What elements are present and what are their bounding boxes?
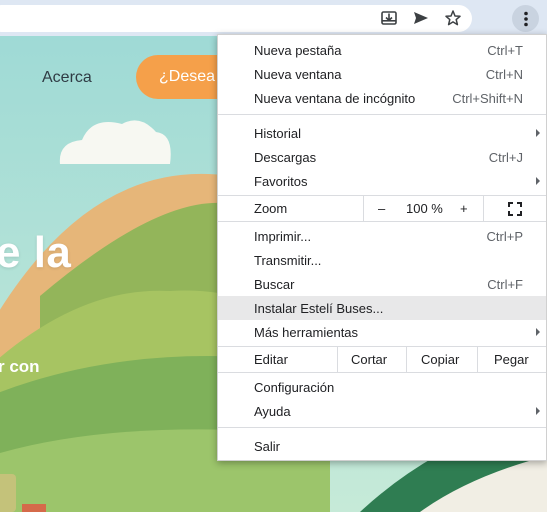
send-icon[interactable] <box>410 7 432 29</box>
menu-edit-row: Editar Cortar Copiar Pegar <box>218 347 546 372</box>
menu-item-label: Salir <box>254 439 281 454</box>
menu-item-label: Instalar Estelí Buses... <box>254 301 384 316</box>
zoom-label: Zoom <box>254 201 288 216</box>
menu-item-new-window[interactable]: Nueva ventana Ctrl+N <box>218 62 546 86</box>
nav-link-about[interactable]: Acerca <box>42 69 92 87</box>
submenu-arrow-icon <box>536 129 540 137</box>
submenu-arrow-icon <box>536 177 540 185</box>
edit-label: Editar <box>254 352 288 367</box>
fullscreen-button[interactable] <box>484 196 546 221</box>
menu-item-install-app[interactable]: Instalar Estelí Buses... <box>218 296 546 320</box>
menu-item-label: Configuración <box>254 380 335 395</box>
menu-item-label: Descargas <box>254 150 317 165</box>
bookmark-star-icon[interactable] <box>442 7 464 29</box>
menu-separator <box>218 427 546 428</box>
menu-cell-divider <box>406 347 407 372</box>
hero-title: e la <box>0 228 72 277</box>
menu-item-label: Imprimir... <box>254 229 312 244</box>
menu-item-label: Transmitir... <box>254 253 322 268</box>
menu-item-bookmarks[interactable]: Favoritos <box>218 169 546 193</box>
menu-item-new-tab[interactable]: Nueva pestaña Ctrl+T <box>218 38 546 62</box>
paste-button[interactable]: Pegar <box>494 352 529 367</box>
menu-separator <box>218 372 546 373</box>
menu-zoom-row: Zoom – 100 % + <box>218 196 546 221</box>
menu-item-label: Nueva ventana de incógnito <box>254 91 416 106</box>
menu-item-shortcut: Ctrl+N <box>485 67 523 82</box>
menu-item-label: Nueva ventana <box>254 67 342 82</box>
menu-item-history[interactable]: Historial <box>218 121 546 145</box>
browser-app-menu: Nueva pestaña Ctrl+T Nueva ventana Ctrl+… <box>217 34 547 461</box>
menu-item-incognito[interactable]: Nueva ventana de incógnito Ctrl+Shift+N <box>218 86 546 110</box>
menu-item-shortcut: Ctrl+F <box>487 277 523 292</box>
submenu-arrow-icon <box>536 328 540 336</box>
menu-separator <box>218 114 546 115</box>
menu-item-more-tools[interactable]: Más herramientas <box>218 320 546 344</box>
menu-item-label: Buscar <box>254 277 295 292</box>
copy-button[interactable]: Copiar <box>421 352 459 367</box>
zoom-level: 100 % <box>406 201 443 216</box>
menu-item-print[interactable]: Imprimir... Ctrl+P <box>218 224 546 248</box>
menu-item-exit[interactable]: Salir <box>218 434 546 458</box>
menu-item-settings[interactable]: Configuración <box>218 375 546 399</box>
submenu-arrow-icon <box>536 407 540 415</box>
menu-item-shortcut: Ctrl+Shift+N <box>452 91 523 106</box>
menu-separator <box>218 221 546 222</box>
address-bar[interactable] <box>0 5 472 32</box>
menu-item-help[interactable]: Ayuda <box>218 399 546 423</box>
menu-item-shortcut: Ctrl+P <box>486 229 523 244</box>
cut-button[interactable]: Cortar <box>351 352 387 367</box>
hero-subtitle: r con <box>0 357 40 376</box>
menu-item-find[interactable]: Buscar Ctrl+F <box>218 272 546 296</box>
menu-item-label: Nueva pestaña <box>254 43 342 58</box>
menu-cell-divider <box>337 347 338 372</box>
install-app-icon[interactable] <box>378 7 400 29</box>
menu-cell-divider <box>363 196 364 221</box>
menu-item-cast[interactable]: Transmitir... <box>218 248 546 272</box>
menu-cell-divider <box>477 347 478 372</box>
fullscreen-icon <box>508 202 522 216</box>
menu-item-label: Ayuda <box>254 404 291 419</box>
menu-item-label: Favoritos <box>254 174 308 189</box>
menu-item-label: Más herramientas <box>254 325 359 340</box>
browser-toolbar <box>0 0 547 36</box>
menu-item-label: Historial <box>254 126 301 141</box>
zoom-out-button[interactable]: – <box>378 201 385 216</box>
menu-item-shortcut: Ctrl+J <box>488 150 523 165</box>
menu-item-shortcut: Ctrl+T <box>487 43 523 58</box>
zoom-in-button[interactable]: + <box>460 201 468 216</box>
menu-dots-icon[interactable] <box>512 5 539 32</box>
menu-item-downloads[interactable]: Descargas Ctrl+J <box>218 145 546 169</box>
